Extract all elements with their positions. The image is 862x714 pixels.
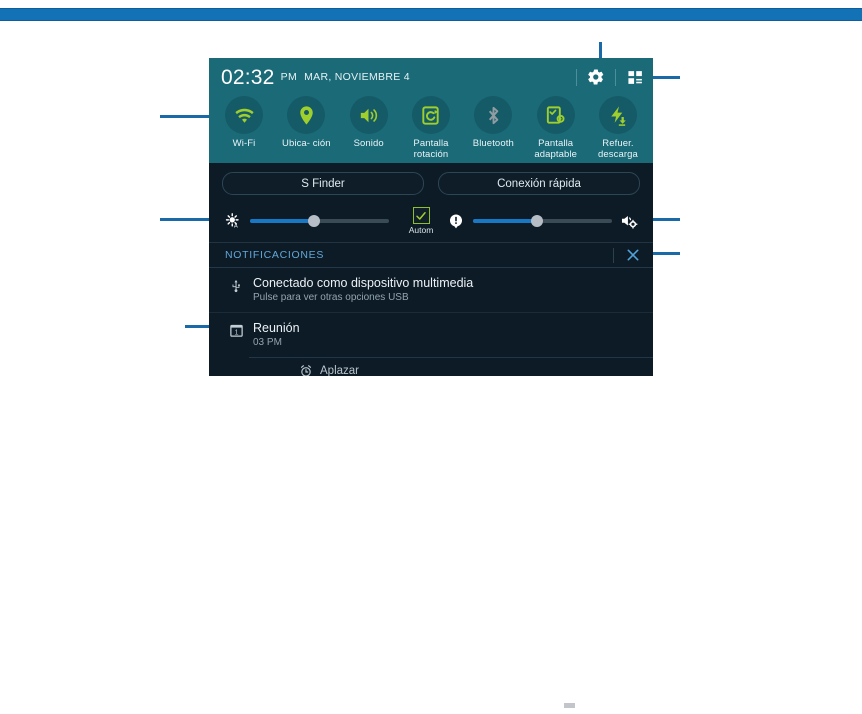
notification-text: Conectado como dispositivo multimedia Pu…: [247, 275, 641, 305]
brightness-slider-knob[interactable]: [307, 215, 320, 227]
adaptive-display-icon: [547, 105, 565, 124]
divider: [576, 68, 577, 86]
page-footer-mark: [564, 703, 575, 708]
notification-item-calendar[interactable]: 1 Reunión 03 PM: [209, 313, 653, 357]
quick-settings-header: 02:32 PM MAR, NOVIEMBRE 4 Wi-Fi Ubica- c…: [209, 58, 653, 163]
toggle-wifi-label: Wi-Fi: [232, 138, 256, 149]
toggle-download-booster-label: Refuer. descarga: [598, 138, 638, 160]
toggle-location-label: Ubica- ción: [282, 138, 331, 149]
toggle-sound[interactable]: Sonido: [338, 96, 400, 160]
volume-notification-icon[interactable]: [446, 211, 466, 231]
toggle-bluetooth-label: Bluetooth: [472, 138, 514, 149]
toggle-sound-label: Sonido: [353, 138, 384, 149]
notification-title: Reunión: [253, 321, 300, 335]
toggle-screen-rotation[interactable]: Pantalla rotación: [400, 96, 462, 160]
s-finder-button[interactable]: S Finder: [222, 172, 424, 195]
brightness-slider[interactable]: [250, 212, 389, 230]
download-booster-icon: [611, 105, 627, 126]
location-pin-icon: [300, 105, 313, 125]
notification-action-snooze[interactable]: Aplazar: [249, 357, 653, 376]
usb-icon: [225, 275, 247, 294]
notification-action-label: Aplazar: [320, 365, 359, 376]
auto-brightness-toggle[interactable]: Autom: [398, 207, 444, 235]
auto-brightness-checkbox[interactable]: [412, 207, 430, 224]
volume-slider[interactable]: [473, 212, 612, 230]
checkmark-icon: [416, 211, 426, 220]
toggle-adaptive-display[interactable]: Pantalla adaptable: [525, 96, 587, 160]
clock-ampm: PM: [280, 71, 298, 83]
notification-panel: 02:32 PM MAR, NOVIEMBRE 4 Wi-Fi Ubica- c…: [209, 58, 653, 376]
volume-slider-knob[interactable]: [530, 215, 543, 227]
toggle-location[interactable]: Ubica- ción: [275, 96, 337, 160]
toggle-screen-rotation-circle: [411, 96, 450, 134]
volume-settings-icon[interactable]: [619, 211, 639, 231]
toggle-download-booster[interactable]: Refuer. descarga: [587, 96, 649, 160]
status-bar-actions: [567, 58, 645, 96]
sound-speaker-icon: [360, 108, 378, 122]
notifications-header: NOTIFICACIONES: [209, 242, 653, 267]
notification-subtitle: Pulse para ver otras opciones USB: [253, 292, 409, 303]
notification-text: Reunión 03 PM: [247, 320, 641, 350]
quick-settings-grid-icon[interactable]: [625, 67, 645, 87]
auto-brightness-label: Autom: [408, 225, 434, 235]
gear-icon[interactable]: [586, 67, 606, 87]
status-bar: 02:32 PM MAR, NOVIEMBRE 4: [209, 58, 653, 96]
divider: [613, 247, 614, 263]
toggle-download-booster-circle: [598, 96, 637, 134]
svg-text:A: A: [234, 223, 238, 229]
quick-toggle-row: Wi-Fi Ubica- ción Sonido Pantalla rotaci…: [209, 96, 653, 160]
brightness-slider-fill: [250, 219, 314, 223]
close-x-icon[interactable]: [625, 247, 641, 263]
toggle-wifi[interactable]: Wi-Fi: [213, 96, 275, 160]
toggle-adaptive-display-circle: [536, 96, 575, 134]
toggle-screen-rotation-label: Pantalla rotación: [413, 138, 449, 160]
wifi-icon: [234, 108, 254, 123]
notification-subtitle: 03 PM: [253, 337, 282, 348]
divider: [615, 68, 616, 86]
notifications-list: Conectado como dispositivo multimedia Pu…: [209, 267, 653, 376]
toggle-wifi-circle: [225, 96, 263, 134]
toggle-sound-circle: [349, 96, 388, 134]
clock-time: 02:32: [221, 65, 275, 89]
page-top-rule: [0, 8, 862, 21]
toggle-adaptive-display-label: Pantalla adaptable: [534, 138, 577, 160]
alarm-clock-icon: [299, 364, 313, 376]
calendar-icon: 1: [225, 320, 247, 338]
notification-item-usb[interactable]: Conectado como dispositivo multimedia Pu…: [209, 268, 653, 313]
callout-line-brightness: [160, 218, 213, 221]
clock-date: MAR, NOVIEMBRE 4: [304, 71, 410, 83]
quick-connect-button[interactable]: Conexión rápida: [438, 172, 640, 195]
callout-line-wifi: [160, 115, 213, 118]
notifications-title: NOTIFICACIONES: [225, 249, 325, 261]
screen-rotation-icon: [422, 105, 440, 125]
brightness-auto-icon[interactable]: A: [223, 211, 243, 231]
toggle-location-circle: [287, 96, 326, 134]
svg-text:1: 1: [234, 329, 238, 336]
toggle-bluetooth[interactable]: Bluetooth: [462, 96, 524, 160]
bluetooth-icon: [488, 106, 499, 124]
slider-row: A Autom: [209, 203, 653, 242]
toggle-bluetooth-circle: [474, 96, 513, 134]
shortcut-row: S Finder Conexión rápida: [209, 163, 653, 203]
volume-slider-fill: [473, 219, 537, 223]
notification-title: Conectado como dispositivo multimedia: [253, 276, 474, 290]
